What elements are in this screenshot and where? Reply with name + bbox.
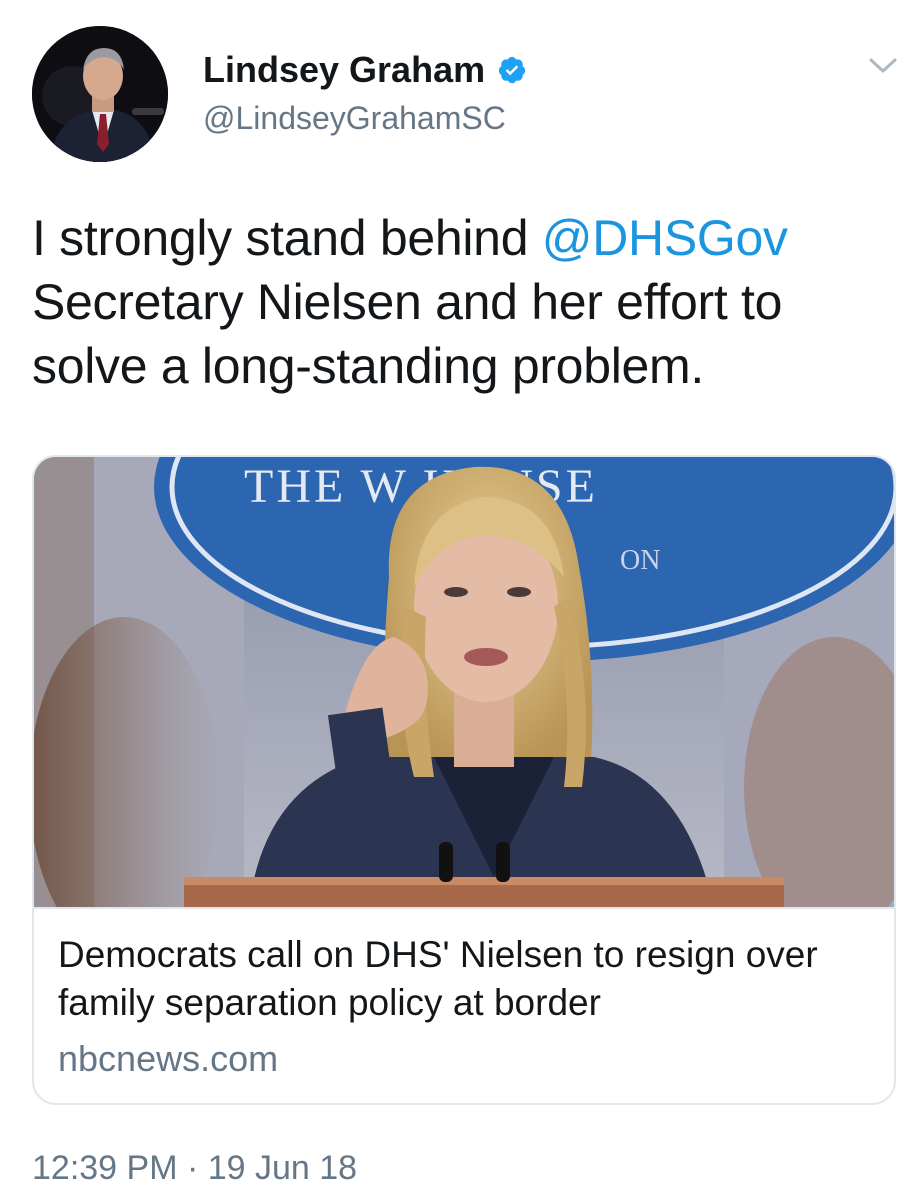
card-divider <box>34 907 894 909</box>
name-row: Lindsey Graham <box>203 48 527 92</box>
tweet-text: I strongly stand behind @DHSGov Secretar… <box>32 206 902 398</box>
press-briefing-photo: THE W HOUSE ON <box>34 457 894 907</box>
link-card[interactable]: THE W HOUSE ON <box>32 455 896 1105</box>
mention-link[interactable]: @DHSGov <box>542 210 788 266</box>
card-image[interactable]: THE W HOUSE ON <box>34 457 894 907</box>
seal-subtext: ON <box>620 545 660 576</box>
card-domain: nbcnews.com <box>58 1038 279 1079</box>
author-handle[interactable]: @LindseyGrahamSC <box>203 98 527 138</box>
tweet: Lindsey Graham @LindseyGrahamSC I strong… <box>0 0 909 1200</box>
avatar[interactable] <box>32 26 168 162</box>
card-title[interactable]: Democrats call on DHS' Nielsen to resign… <box>58 931 878 1027</box>
tweet-text-part: Secretary Nielsen and her effort to solv… <box>32 274 783 394</box>
verified-badge-icon <box>497 55 527 85</box>
author-display-name[interactable]: Lindsey Graham <box>203 48 485 92</box>
tweet-text-part: I strongly stand behind <box>32 210 542 266</box>
author-block: Lindsey Graham @LindseyGrahamSC <box>203 48 527 138</box>
chevron-down-icon[interactable] <box>868 56 898 76</box>
profile-photo-icon <box>32 26 168 162</box>
tweet-timestamp[interactable]: 12:39 PM · 19 Jun 18 <box>32 1146 357 1190</box>
